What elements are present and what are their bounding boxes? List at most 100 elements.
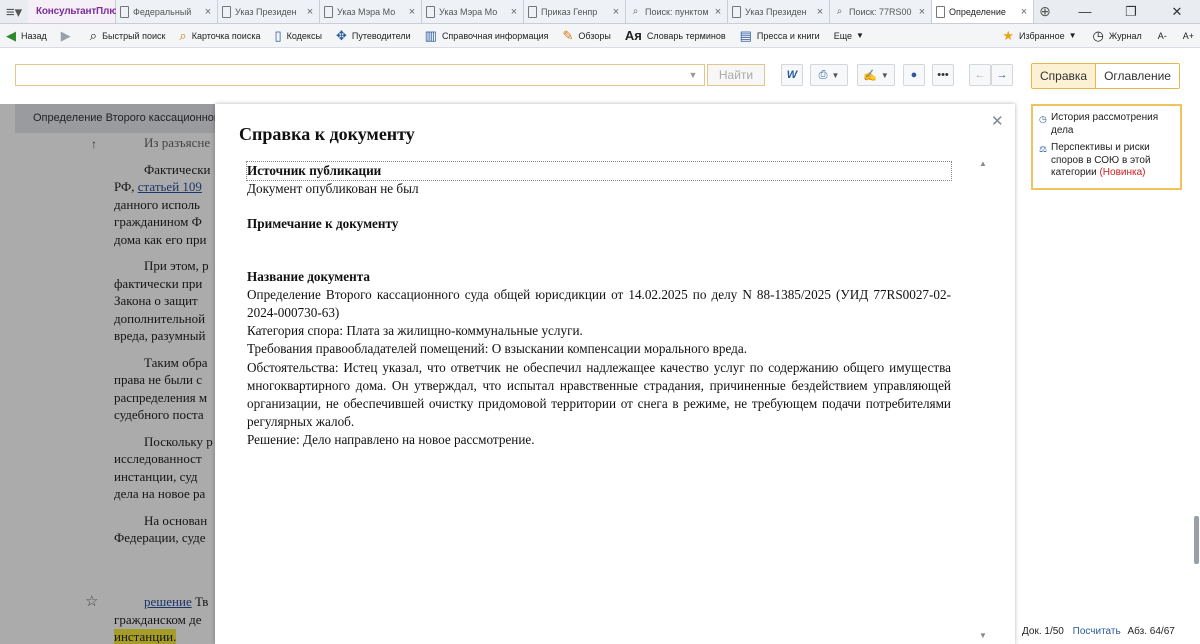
search-input[interactable]: [15, 64, 705, 86]
word-export-button[interactable]: W: [781, 64, 803, 86]
word-icon: W: [786, 69, 798, 81]
document-info-dialog: Справка к документу ✕ Источник публикаци…: [215, 104, 1015, 644]
close-window-icon[interactable]: ✕: [1154, 0, 1200, 23]
favorites-button[interactable]: ★ Избранное ▼: [1002, 29, 1076, 42]
browser-tab[interactable]: Указ Президен ×: [728, 0, 830, 23]
arrow-right-icon: →: [996, 69, 1008, 81]
side-tab-switch: Справка Оглавление: [1031, 63, 1180, 89]
browser-tab[interactable]: Федеральный ×: [116, 0, 218, 23]
next-button[interactable]: →: [991, 64, 1013, 86]
tab-label: Определение: [949, 6, 1006, 17]
arrow-right-icon: ▶: [60, 28, 71, 43]
browser-tab[interactable]: Указ Президен ×: [218, 0, 320, 23]
chevron-down-icon: ▼: [856, 31, 864, 40]
search-icon: ⌕: [836, 6, 843, 17]
font-increase-icon: A+: [1182, 30, 1194, 41]
tab-label: Федеральный: [133, 6, 192, 17]
pen-tools-button[interactable]: ✍ ▼: [857, 64, 895, 86]
claims-text: Требования правообладателей помещений: О…: [247, 341, 748, 357]
quick-search-button[interactable]: ⌕ Быстрый поиск: [90, 29, 166, 42]
prev-button[interactable]: ←: [969, 64, 991, 86]
document-name: Определение Второго кассационного суда о…: [247, 286, 951, 321]
guides-button[interactable]: ✥ Путеводители: [336, 29, 411, 42]
browser-tab[interactable]: ⌕ Поиск: пунктом ×: [626, 0, 728, 23]
new-badge: (Новинка): [1099, 167, 1146, 178]
font-size-button[interactable]: A-: [1158, 31, 1167, 41]
tab-close-icon[interactable]: ×: [407, 6, 417, 18]
tab-bar: ≡▾ КонсультантПлюс Федеральный × Указ През…: [0, 0, 1200, 24]
case-history-link[interactable]: ◷ История рассмотрения дела: [1039, 112, 1174, 137]
brand-label: КонсультантПлюс: [36, 6, 123, 17]
new-tab-icon[interactable]: ⊕: [1034, 0, 1056, 23]
chevron-down-icon: ▼: [831, 70, 840, 80]
tab-close-icon[interactable]: ×: [611, 6, 621, 18]
more-options-button[interactable]: •••: [932, 64, 954, 86]
source-text: Документ опубликован не был: [247, 181, 419, 197]
source-heading: Источник публикации: [246, 160, 952, 182]
back-button[interactable]: ◀ Назад: [6, 29, 47, 42]
doc-icon: [120, 5, 129, 18]
count-link[interactable]: Посчитать: [1073, 626, 1121, 637]
tab-contents[interactable]: Оглавление: [1096, 64, 1179, 88]
print-button[interactable]: ⎙ ▼: [810, 64, 848, 86]
tab-label: Приказ Генпр: [541, 6, 598, 17]
name-heading: Название документа: [247, 268, 370, 284]
search-card-button[interactable]: ⌕ Карточка поиска: [179, 29, 260, 42]
circumstances-text: Обстоятельства: Истец указал, что ответч…: [247, 359, 951, 430]
doc-icon: [324, 5, 333, 18]
glossary-button[interactable]: Aя Словарь терминов: [625, 29, 726, 42]
tab-close-icon[interactable]: ×: [815, 6, 825, 18]
dispute-risks-link[interactable]: ⚖ Перспективы и риски споров в СОЮ в это…: [1039, 142, 1174, 180]
more-button[interactable]: Еще ▼: [834, 31, 864, 41]
tab-close-icon[interactable]: ×: [203, 6, 213, 18]
find-button[interactable]: Найти: [707, 64, 765, 86]
hamburger-menu-icon[interactable]: ≡▾: [0, 0, 28, 23]
forward-button[interactable]: ▶: [61, 29, 76, 42]
tab-close-icon[interactable]: ×: [1019, 6, 1029, 18]
tab-close-icon[interactable]: ×: [917, 6, 927, 18]
document-scrollbar-thumb[interactable]: [1194, 516, 1199, 564]
main-toolbar: ◀ Назад ▶ ⌕ Быстрый поиск ⌕ Карточка поиска…: [0, 24, 1200, 48]
search-icon: ⌕: [89, 28, 98, 43]
tab-label: Указ Президен: [235, 6, 297, 17]
journal-button[interactable]: ◷ Журнал: [1093, 29, 1142, 42]
reviews-button[interactable]: ✎ Обзоры: [563, 29, 611, 42]
browser-tab[interactable]: Указ Мэра Мо ×: [320, 0, 422, 23]
comment-button[interactable]: ●: [903, 64, 925, 86]
brand-tab[interactable]: КонсультантПлюс: [28, 0, 123, 23]
search-history-dropdown-icon[interactable]: ▼: [682, 65, 704, 85]
tab-reference[interactable]: Справка: [1032, 64, 1097, 88]
tab-close-icon[interactable]: ×: [509, 6, 519, 18]
doc-icon: [528, 5, 537, 18]
reference-button[interactable]: ▥ Справочная информация: [425, 29, 549, 42]
dialog-body: Источник публикации Документ опубликован…: [246, 160, 952, 450]
browser-tab[interactable]: Приказ Генпр ×: [524, 0, 626, 23]
tab-label: Указ Президен: [745, 6, 807, 17]
minimize-icon[interactable]: —: [1062, 0, 1108, 23]
dispute-category: Категория спора: Плата за жилищно-коммун…: [247, 323, 583, 339]
press-button[interactable]: ▤ Пресса и книги: [740, 29, 820, 42]
decision-text: Решение: Дело направлено на новое рассмо…: [247, 432, 535, 448]
tab-close-icon[interactable]: ×: [713, 6, 723, 18]
doc-position: 1/50: [1044, 626, 1064, 637]
codes-button[interactable]: ▯ Кодексы: [274, 29, 321, 42]
browser-tab[interactable]: Указ Мэра Мо ×: [422, 0, 524, 23]
browser-tab[interactable]: ⌕ Поиск: 77RS00 ×: [830, 0, 932, 23]
scroll-down-icon[interactable]: ▼: [979, 631, 987, 640]
doc-icon: [732, 5, 741, 18]
browser-tab[interactable]: Определение ×: [932, 0, 1034, 23]
dialog-title: Справка к документу: [239, 124, 415, 144]
maximize-icon[interactable]: ❐: [1108, 0, 1154, 23]
doc-icon: [222, 5, 231, 18]
search-icon: ⌕: [632, 6, 639, 17]
dialog-scrollbar[interactable]: ▲ ▼: [979, 159, 991, 640]
close-icon[interactable]: ✕: [991, 112, 1004, 130]
tab-label: Поиск: пунктом: [645, 6, 709, 17]
search-row: ▼ Найти W ⎙ ▼ ✍ ▼ ● ••• ← →: [0, 48, 1200, 104]
comment-icon: ●: [910, 69, 918, 81]
tab-close-icon[interactable]: ×: [305, 6, 315, 18]
signpost-icon: ✥: [335, 28, 347, 43]
font-increase-button[interactable]: A+: [1183, 31, 1194, 41]
scroll-up-icon[interactable]: ▲: [979, 159, 987, 168]
chevron-down-icon: ▼: [880, 70, 889, 80]
